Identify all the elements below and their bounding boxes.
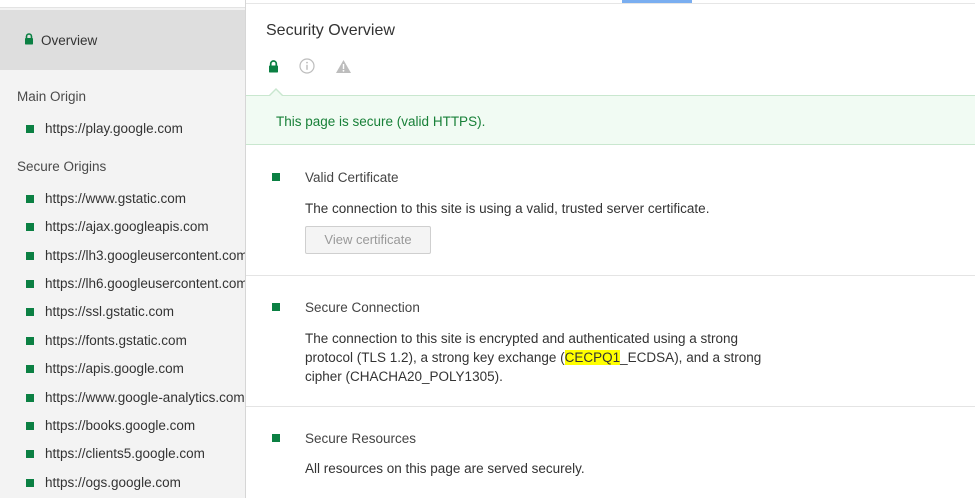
origin-label: https://ajax.googleapis.com [45, 219, 209, 234]
lock-icon[interactable] [268, 59, 279, 76]
secure-square-icon [26, 307, 34, 316]
connection-section: Secure Connection The connection to this… [246, 276, 975, 407]
origin-label: https://apis.google.com [45, 361, 184, 376]
secure-square-icon [272, 303, 280, 311]
origin-label: https://lh6.googleusercontent.com [45, 276, 246, 291]
connection-text: _ECDSA), and a strong [620, 350, 762, 365]
certificate-section: Valid Certificate The connection to this… [246, 146, 975, 276]
secure-square-icon [26, 393, 34, 402]
origin-label: https://www.gstatic.com [45, 191, 187, 206]
security-state-icons [268, 58, 372, 77]
origin-label: https://ogs.google.com [45, 475, 181, 490]
secure-square-icon [26, 194, 34, 203]
secure-origin-item[interactable]: https://ajax.googleapis.com [26, 219, 245, 234]
certificate-description: The connection to this site is using a v… [305, 201, 710, 216]
connection-description: The connection to this site is encrypted… [305, 329, 805, 386]
secure-square-icon [26, 478, 34, 487]
origin-label: https://fonts.gstatic.com [45, 333, 187, 348]
connection-line-1: The connection to this site is encrypted… [305, 331, 739, 346]
secure-square-icon [26, 364, 34, 373]
secure-square-icon [272, 434, 280, 442]
connection-heading: Secure Connection [305, 300, 420, 315]
origin-label: https://play.google.com [45, 121, 183, 136]
warning-icon[interactable] [335, 59, 352, 77]
secure-origin-item[interactable]: https://fonts.gstatic.com [26, 333, 245, 348]
secure-origin-item[interactable]: https://apis.google.com [26, 361, 245, 376]
resources-section: Secure Resources All resources on this p… [246, 407, 975, 498]
origin-label: https://ssl.gstatic.com [45, 304, 175, 319]
main-origin-item[interactable]: https://play.google.com [26, 121, 245, 136]
secure-origin-item[interactable]: https://ssl.gstatic.com [26, 304, 245, 319]
connection-line-3: cipher (CHACHA20_POLY1305). [305, 369, 503, 384]
banner-notch-inner [269, 90, 283, 97]
sidebar-item-overview[interactable]: Overview [0, 10, 245, 70]
secure-square-icon [26, 421, 34, 430]
secure-summary-text: This page is secure (valid HTTPS). [276, 114, 486, 129]
origin-label: https://books.google.com [45, 418, 196, 433]
info-icon[interactable] [299, 58, 315, 77]
secure-square-icon [26, 336, 34, 345]
secure-square-icon [26, 251, 34, 260]
origin-label: https://www.google-analytics.com [45, 390, 245, 405]
secure-origin-item[interactable]: https://ogs.google.com [26, 475, 245, 490]
secure-square-icon [272, 173, 280, 181]
origin-label: https://lh3.googleusercontent.com [45, 248, 246, 263]
highlighted-text: CECPQ1 [564, 350, 621, 365]
secure-origin-item[interactable]: https://books.google.com [26, 418, 245, 433]
sidebar: Overview Main Origin https://play.google… [0, 0, 246, 498]
secure-summary-banner: This page is secure (valid HTTPS). [246, 88, 975, 145]
secure-square-icon [26, 279, 34, 288]
resize-accent [622, 0, 692, 3]
resources-description: All resources on this page are served se… [305, 461, 585, 476]
secure-origin-item[interactable]: https://lh6.googleusercontent.com [26, 276, 246, 291]
secure-square-icon [26, 222, 34, 231]
secure-origin-item[interactable]: https://clients5.google.com [26, 446, 245, 461]
secure-origin-item[interactable]: https://www.gstatic.com [26, 191, 245, 206]
resources-heading: Secure Resources [305, 431, 417, 446]
sidebar-item-label: Overview [41, 32, 98, 48]
secure-square-icon [26, 124, 34, 133]
secure-origins-title: Secure Origins [17, 159, 107, 174]
connection-text: protocol (TLS 1.2), a strong key exchang… [305, 350, 565, 365]
certificate-heading: Valid Certificate [305, 170, 399, 185]
secure-square-icon [26, 449, 34, 458]
main-panel: Security Overview This page is secure (v… [246, 0, 975, 498]
page-title: Security Overview [266, 22, 395, 39]
view-certificate-button[interactable]: View certificate [305, 226, 431, 254]
origin-label: https://clients5.google.com [45, 446, 205, 461]
secure-origin-item[interactable]: https://www.google-analytics.com [26, 390, 245, 405]
connection-line-2: protocol (TLS 1.2), a strong key exchang… [305, 348, 805, 367]
sidebar-top-border [0, 0, 245, 8]
main-origin-title: Main Origin [17, 89, 87, 104]
lock-icon [24, 32, 34, 48]
secure-origin-item[interactable]: https://lh3.googleusercontent.com [26, 248, 246, 263]
top-divider [246, 0, 975, 4]
